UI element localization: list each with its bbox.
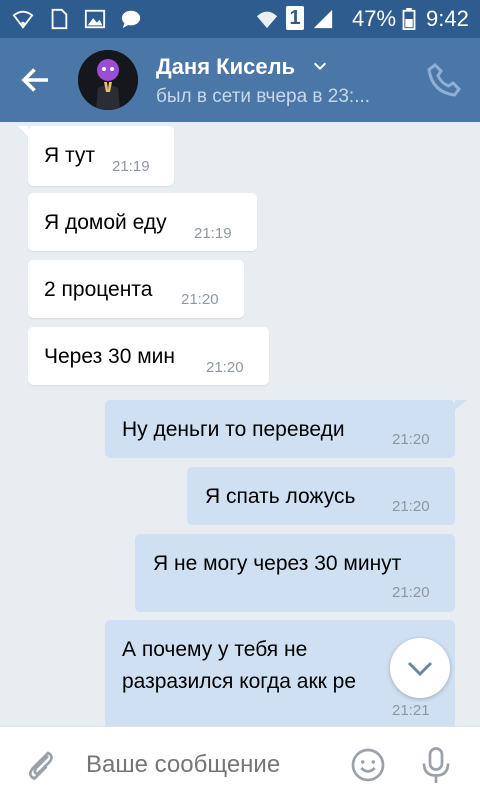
chat-bubble-icon <box>121 10 141 29</box>
contact-name[interactable]: Даня Кисель <box>156 54 295 80</box>
message-text-line-2: разразился когда акк ре <box>122 670 357 693</box>
battery-percent: 47% <box>352 6 397 31</box>
wifi-icon <box>256 11 278 29</box>
battery-icon <box>402 8 416 30</box>
message-time: 21:20 <box>206 359 244 376</box>
scroll-down-icon <box>407 661 433 677</box>
message-text: 2 процента <box>44 278 153 301</box>
message-text: Я спать ложусь <box>205 485 356 508</box>
composer <box>0 726 480 801</box>
attach-icon[interactable] <box>24 747 60 783</box>
message-bubble[interactable]: Ну деньги то переведи 21:20 <box>105 400 467 458</box>
avatar[interactable] <box>78 50 138 110</box>
message-text: Я не могу через 30 минут <box>153 552 402 575</box>
message-time: 21:21 <box>392 702 430 719</box>
status-bar: 1 47% 9:42 <box>0 0 480 38</box>
message-text: Я тут <box>44 144 95 167</box>
file-icon <box>51 8 68 30</box>
message-bubble[interactable]: Я тут 21:19 <box>18 126 174 186</box>
scroll-down-button[interactable] <box>390 638 450 698</box>
chat-header: Даня Кисель был в сети вчера в 23:... <box>0 38 480 122</box>
message-bubble[interactable]: Я спать ложусь 21:20 <box>187 467 455 525</box>
sim-card-badge: 1 <box>286 6 304 30</box>
message-text: Я домой еду <box>44 211 167 234</box>
message-list[interactable]: Я тут 21:19 Я домой еду 21:19 2 процента… <box>0 122 480 726</box>
image-icon <box>84 9 106 29</box>
message-time: 21:20 <box>181 291 219 308</box>
message-bubble[interactable]: Через 30 мин 21:20 <box>28 327 269 385</box>
message-bubble[interactable]: 2 процента 21:20 <box>28 260 244 318</box>
wifi-icon <box>12 10 34 29</box>
signal-icon <box>313 9 333 29</box>
message-time: 21:20 <box>392 584 430 601</box>
mic-icon[interactable] <box>418 745 454 785</box>
message-time: 21:19 <box>112 158 150 175</box>
last-seen-status: был в сети вчера в 23:... <box>156 86 371 107</box>
message-time: 21:20 <box>392 431 430 448</box>
message-bubble[interactable]: Я не могу через 30 минут 21:20 <box>135 534 455 612</box>
message-time: 21:19 <box>194 225 232 242</box>
clock: 9:42 <box>426 6 469 31</box>
message-input[interactable] <box>86 751 326 779</box>
emoji-icon[interactable] <box>350 747 386 783</box>
back-arrow-icon[interactable] <box>18 62 54 98</box>
message-text: Ну деньги то переведи <box>122 418 345 441</box>
avatar-image <box>78 50 138 110</box>
message-time: 21:20 <box>392 498 430 515</box>
message-bubble[interactable]: Я домой еду 21:19 <box>28 193 257 251</box>
message-text: А почему у тебя не <box>122 638 308 661</box>
phone-icon[interactable] <box>426 62 462 98</box>
message-text: Через 30 мин <box>44 345 175 368</box>
chevron-down-icon[interactable] <box>312 58 328 74</box>
